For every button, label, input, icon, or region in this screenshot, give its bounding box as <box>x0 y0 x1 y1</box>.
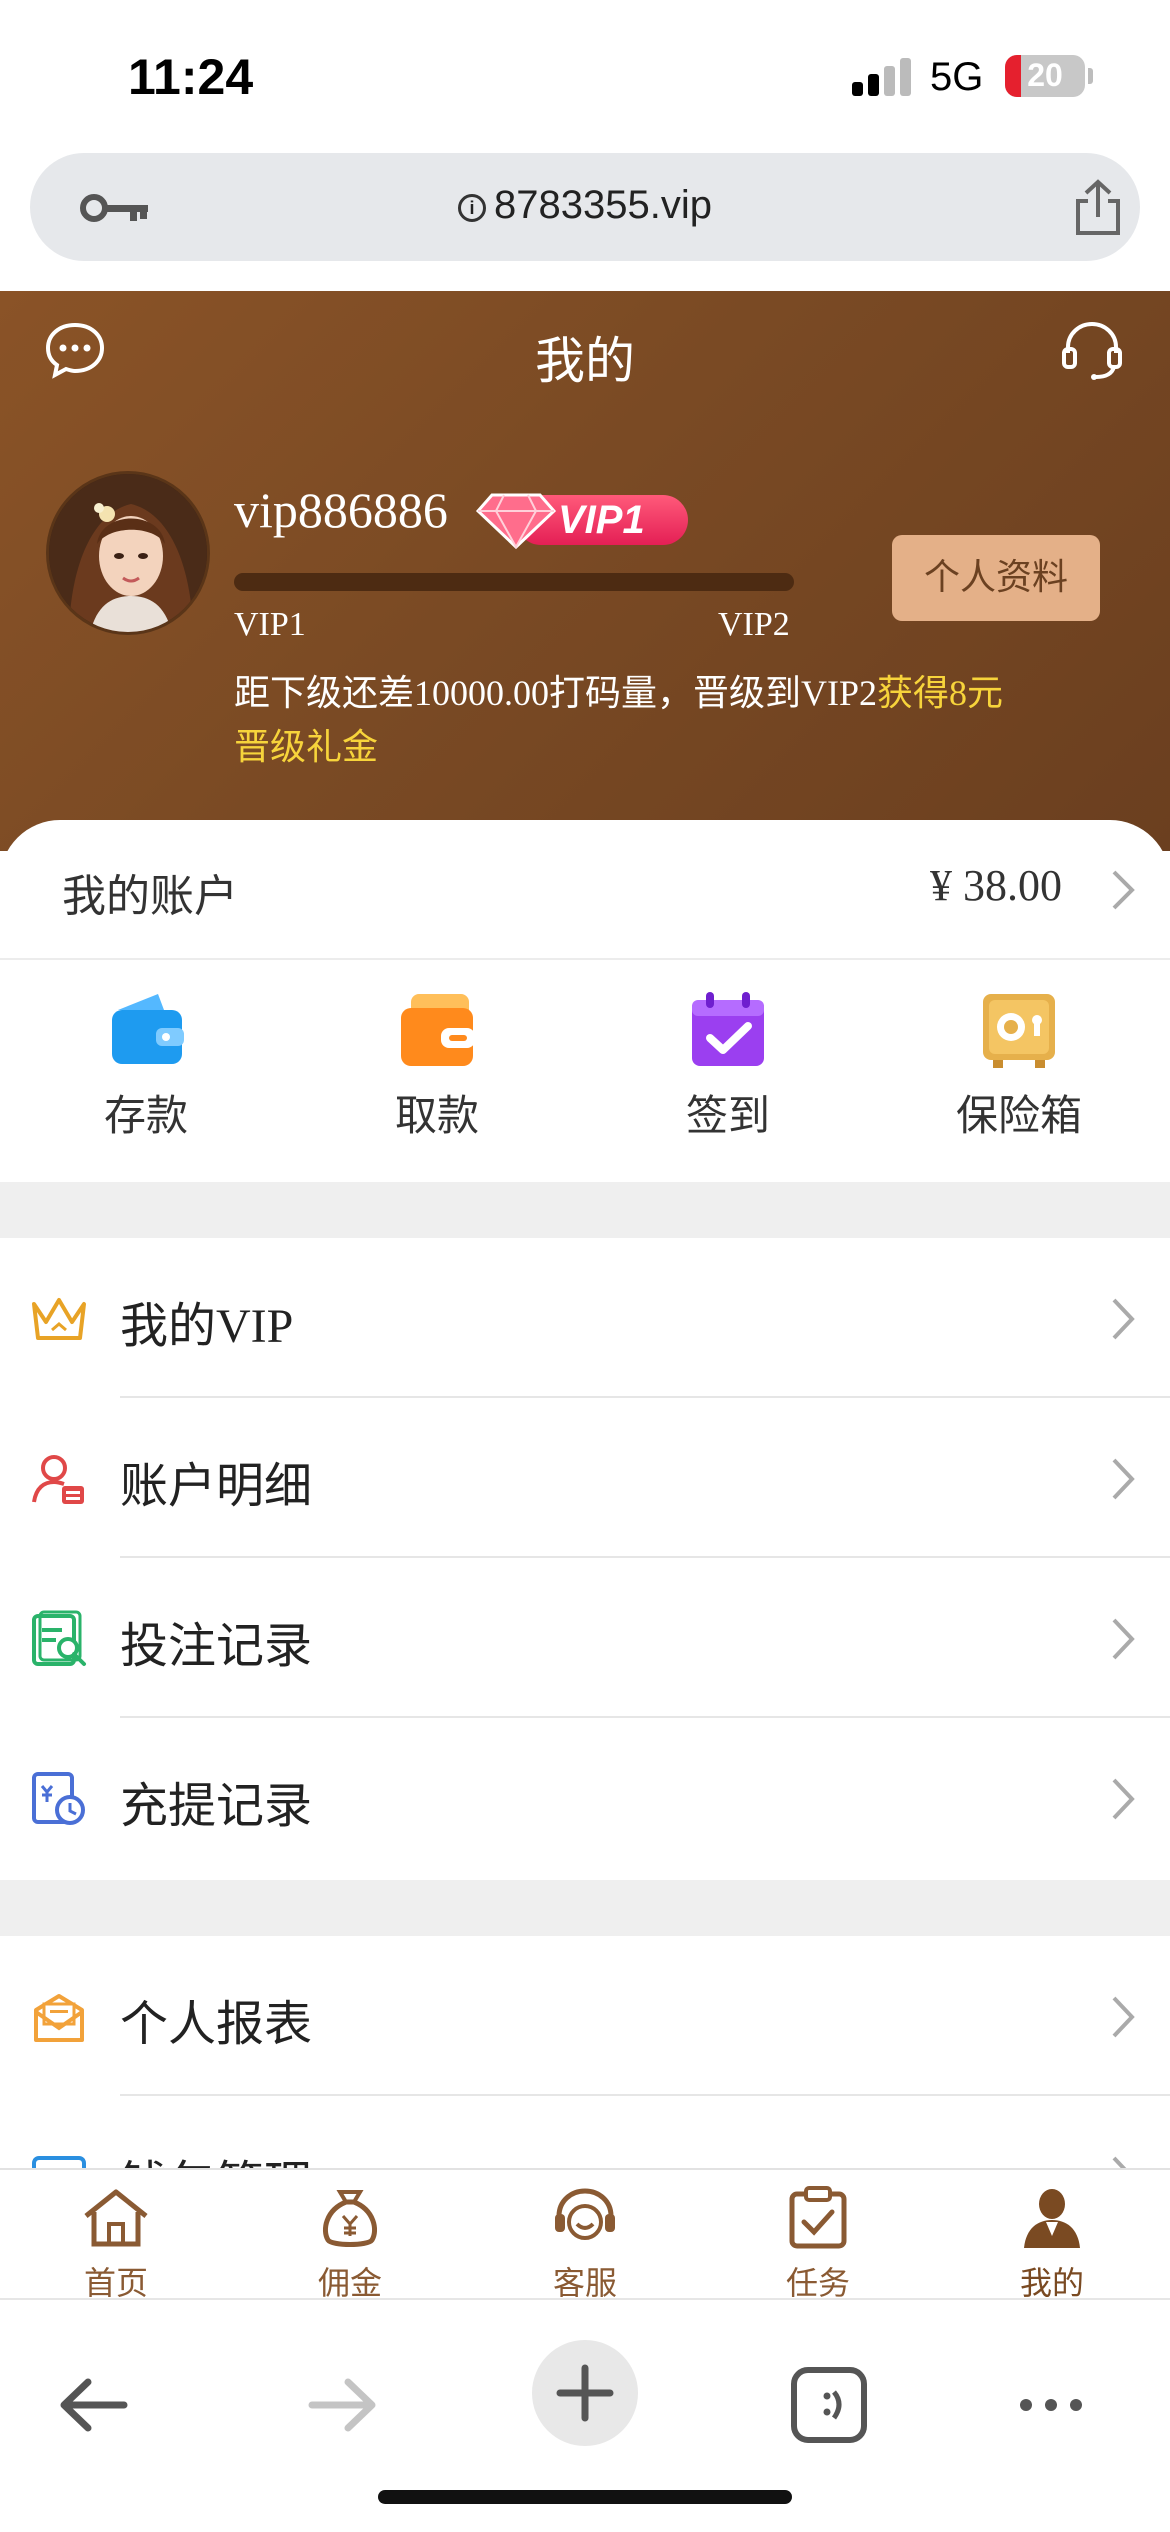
withdraw-button[interactable]: 取款 <box>337 990 537 1160</box>
menu-item-label: 钱包管理 <box>120 2144 312 2168</box>
menu-item-label: 投注记录 <box>120 1618 313 1674</box>
tab-task[interactable]: 任务 <box>748 2186 888 2302</box>
safe-button[interactable]: 保险箱 <box>919 990 1119 1160</box>
signal-icon <box>852 56 914 96</box>
battery-level: 20 <box>1027 57 1063 93</box>
next-level: VIP2 <box>718 606 790 643</box>
menu-item-my-vip[interactable]: 我的VIP <box>0 1238 1170 1398</box>
vip-badge: VIP1 <box>476 489 688 550</box>
battery-cap <box>1088 68 1093 84</box>
menu-item-wallet-manage[interactable]: 钱包管理 <box>0 2096 1170 2168</box>
chevron-right-icon <box>1112 1458 1135 1500</box>
home-indicator <box>378 2490 792 2504</box>
profile-button[interactable]: 个人资料 <box>892 535 1100 621</box>
menu-item-label: 我的VIP <box>120 1300 294 1353</box>
share-icon[interactable] <box>1070 179 1126 237</box>
profile-icon <box>1024 2189 1080 2248</box>
upgrade-requirement: 距下级还差10000.00打码量，晋级到VIP2 <box>234 673 878 713</box>
chevron-right-icon <box>1112 1618 1135 1660</box>
tab-commission[interactable]: 佣金 <box>280 2186 420 2302</box>
username: vip886886 <box>234 482 448 538</box>
withdraw-wallet-icon <box>401 994 475 1066</box>
chevron-right-icon <box>1112 2156 1127 2168</box>
forward-arrow-icon[interactable] <box>286 2350 396 2460</box>
home-icon <box>84 2189 148 2247</box>
page-title: 我的 <box>535 332 635 390</box>
section-gap <box>0 1880 1170 1936</box>
chevron-right-icon <box>1112 870 1135 910</box>
new-tab-button[interactable] <box>532 2340 638 2446</box>
safe-icon <box>983 994 1055 1068</box>
back-arrow-icon[interactable] <box>40 2350 150 2460</box>
menu-item-personal-report[interactable]: 个人报表 <box>0 1936 1170 2096</box>
calendar-check-icon <box>692 992 764 1066</box>
plus-icon <box>556 2364 614 2422</box>
info-icon: i <box>458 194 487 222</box>
bottom-tab-bar: 首页 佣金 客服 任务 我的 <box>0 2168 1170 2302</box>
user-detail-icon <box>32 1455 84 1504</box>
menu-item-transaction-record[interactable]: 充提记录 <box>0 1718 1170 1878</box>
action-label: 取款 <box>394 1091 479 1140</box>
address-bar[interactable]: i 8783355.vip <box>30 153 1140 261</box>
menu-item-account-detail[interactable]: 账户明细 <box>0 1398 1170 1558</box>
bet-record-icon <box>32 1610 86 1666</box>
task-icon <box>789 2186 847 2249</box>
divider <box>0 958 1170 960</box>
diamond-icon <box>476 493 556 550</box>
account-balance: ¥ 38.00 <box>930 861 1062 910</box>
avatar[interactable] <box>46 471 210 635</box>
profile-header: 我的 vip886886 VIP1 VIP1 VIP2 个人资料 距下级还差10… <box>0 291 1170 851</box>
menu-item-label: 账户明细 <box>120 1458 313 1514</box>
money-bag-icon <box>322 2190 378 2247</box>
vip-badge-label: VIP1 <box>558 498 645 542</box>
tabs-icon[interactable] <box>774 2350 884 2460</box>
url-display[interactable]: i 8783355.vip <box>30 183 1140 228</box>
battery-icon: 20 <box>1005 55 1085 97</box>
more-icon[interactable] <box>996 2350 1106 2460</box>
url-text: 8783355.vip <box>494 183 712 227</box>
crown-icon <box>32 1298 86 1340</box>
menu-item-bet-record[interactable]: 投注记录 <box>0 1558 1170 1718</box>
tab-home[interactable]: 首页 <box>46 2186 186 2302</box>
checkin-button[interactable]: 签到 <box>628 990 828 1160</box>
action-label: 存款 <box>103 1091 188 1140</box>
wallet-manage-icon <box>32 2156 86 2168</box>
status-bar: 11:24 5G 20 <box>0 0 1170 150</box>
account-label: 我的账户 <box>62 871 238 922</box>
current-level: VIP1 <box>234 606 306 643</box>
status-time: 11:24 <box>128 49 254 105</box>
deposit-button[interactable]: 存款 <box>46 990 246 1160</box>
vip-progress-bar <box>234 573 794 591</box>
chevron-right-icon <box>1112 1778 1135 1820</box>
upgrade-message: 距下级还差10000.00打码量，晋级到VIP2获得8元晋级礼金 <box>234 666 1014 774</box>
section-gap <box>0 1182 1170 1238</box>
wallet-icon <box>112 994 184 1064</box>
action-label: 签到 <box>685 1091 770 1140</box>
account-card: 我的账户 ¥ 38.00 存款 取款 签到 保险箱 <box>0 820 1170 1180</box>
account-row[interactable]: 我的账户 ¥ 38.00 <box>0 820 1170 958</box>
menu-item-label: 充提记录 <box>120 1778 313 1834</box>
chevron-right-icon <box>1112 1298 1135 1340</box>
menu-item-label: 个人报表 <box>120 1996 313 2052</box>
network-type: 5G <box>930 55 984 99</box>
transaction-record-icon <box>32 1772 85 1825</box>
tab-profile[interactable]: 我的 <box>982 2186 1122 2302</box>
action-label: 保险箱 <box>955 1091 1082 1140</box>
support-icon <box>555 2188 615 2240</box>
headset-icon[interactable] <box>1060 319 1124 381</box>
tab-support[interactable]: 客服 <box>515 2186 655 2302</box>
report-icon <box>34 1994 84 2042</box>
chevron-right-icon <box>1112 1996 1135 2038</box>
